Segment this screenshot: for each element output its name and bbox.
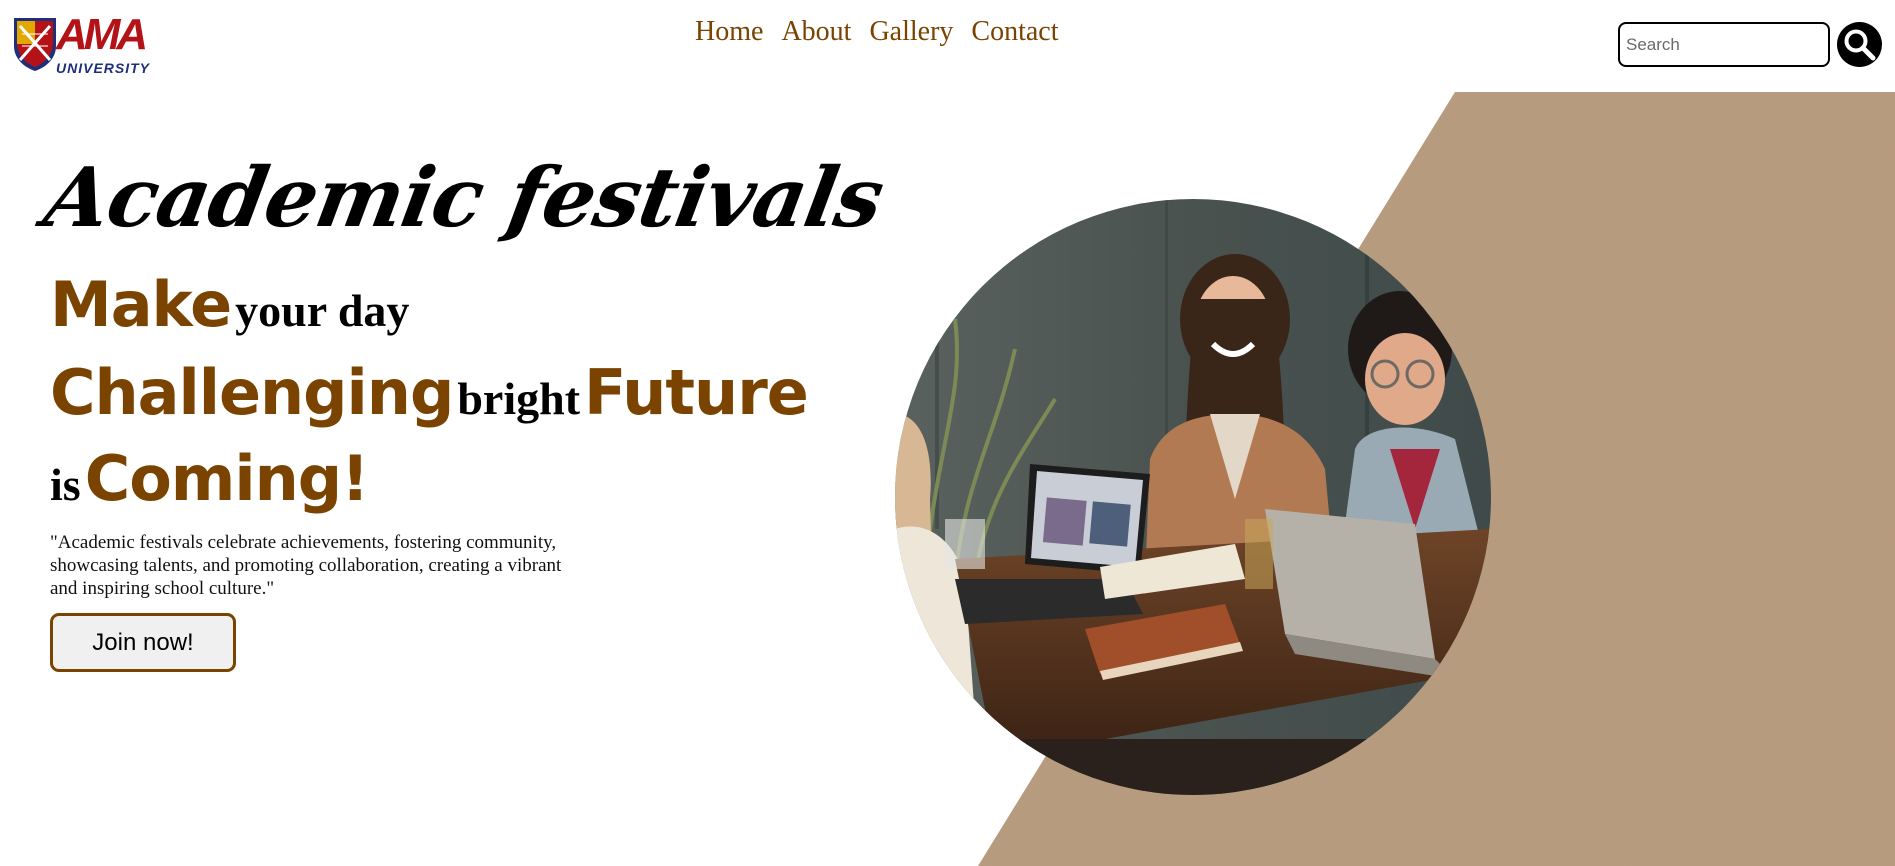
- nav-about[interactable]: About: [781, 16, 851, 48]
- hero-line-3: is Coming!: [50, 442, 370, 515]
- logo-brand-text: AMA: [56, 10, 148, 59]
- hero-line-2: Challenging bright Future: [50, 356, 809, 429]
- hero-plain-is: is: [50, 459, 81, 510]
- search-icon: [1844, 29, 1876, 61]
- shield-crest-icon: [14, 18, 56, 71]
- hero-highlight-future: Future: [584, 356, 809, 429]
- nav-home[interactable]: Home: [695, 16, 763, 48]
- hero-line-1: Make your day: [50, 268, 409, 341]
- hero-description: "Academic festivals celebrate achievemen…: [50, 532, 562, 599]
- join-now-button[interactable]: Join now!: [50, 613, 236, 672]
- search-button[interactable]: [1837, 22, 1882, 67]
- hero-plain-your-day: your day: [235, 285, 410, 336]
- nav-gallery[interactable]: Gallery: [869, 16, 953, 48]
- hero-plain-bright: bright: [457, 373, 581, 424]
- search-input[interactable]: [1618, 22, 1830, 67]
- nav-contact[interactable]: Contact: [971, 16, 1058, 48]
- ama-university-logo[interactable]: AMA UNIVERSITY: [12, 10, 152, 76]
- hero-highlight-make: Make: [50, 268, 232, 341]
- hero-highlight-coming: Coming!: [84, 442, 370, 515]
- hero-photo-students: [895, 199, 1491, 795]
- hero-script-title: Academic festivals: [37, 150, 890, 246]
- main-nav: Home About Gallery Contact: [695, 16, 1059, 48]
- logo-subtitle: UNIVERSITY: [56, 60, 151, 76]
- students-at-table-image: [895, 199, 1491, 795]
- hero-highlight-challenging: Challenging: [50, 356, 454, 429]
